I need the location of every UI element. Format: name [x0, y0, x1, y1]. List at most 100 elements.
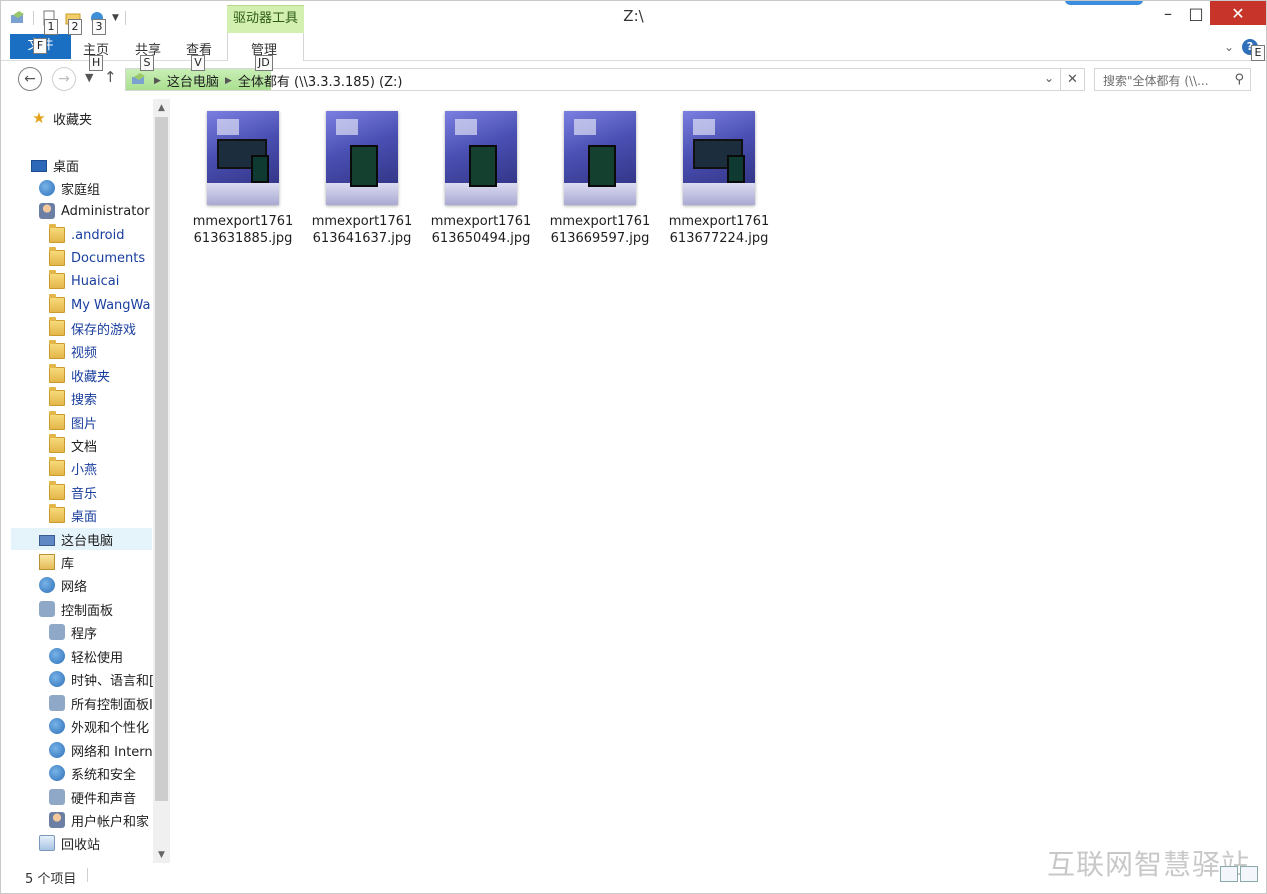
minimize-icon: –	[1164, 3, 1172, 23]
nav-item[interactable]: 所有控制面板I	[1, 692, 153, 714]
ribbon-expand-icon[interactable]: ⌄	[1224, 40, 1234, 54]
address-dropdown-icon[interactable]: ⌄	[1044, 71, 1054, 85]
up-arrow-icon[interactable]: ↑	[104, 68, 117, 86]
folder-icon	[49, 247, 65, 266]
search-input[interactable]: 搜索"全体都有 (\\... ⚲	[1094, 68, 1251, 91]
clear-icon: ✕	[1067, 72, 1078, 87]
nav-item[interactable]: 系统和安全	[1, 762, 136, 784]
file-item[interactable]: mmexport1761 613641637.jpg	[307, 111, 417, 247]
nav-item[interactable]: 硬件和声音	[1, 786, 136, 808]
keytip-home: H	[89, 55, 104, 71]
nav-item-label: 这台电脑	[61, 533, 114, 549]
nav-item[interactable]: My WangWa	[1, 294, 151, 316]
nav-item-label: 用户帐户和家	[71, 814, 150, 830]
nav-item[interactable]: 文档	[1, 434, 97, 456]
item-count: 5 个项目	[25, 872, 77, 887]
breadcrumb-drive[interactable]: 全体都有 (\\3.3.3.185) (Z:)	[238, 71, 403, 90]
nav-item[interactable]: 图片	[1, 411, 97, 433]
file-name: mmexport1761 613669597.jpg	[545, 213, 655, 247]
search-placeholder: 搜索"全体都有 (\\...	[1103, 74, 1209, 88]
minimize-button[interactable]: –	[1154, 1, 1182, 25]
folder-icon	[49, 270, 65, 289]
nav-item-label: 文档	[71, 439, 98, 455]
nav-item[interactable]: Administrator	[1, 200, 150, 222]
address-bar[interactable]: ▶ 这台电脑 ▶ 全体都有 (\\3.3.3.185) (Z:) ⌄ ✕	[125, 68, 1085, 91]
scrollbar-thumb[interactable]	[155, 117, 168, 801]
folder-icon	[49, 504, 65, 523]
drive-icon	[130, 72, 148, 90]
nav-item[interactable]: 时钟、语言和[	[1, 668, 154, 690]
ribbon-tabs: 文件 F 主页 H 共享 S 查看 V 管理 JD ⌄ ? E	[1, 33, 1266, 71]
folder-icon	[49, 387, 65, 406]
nav-item[interactable]: 库	[1, 551, 74, 573]
close-icon: ✕	[1231, 3, 1245, 23]
file-name-line1: mmexport1761	[430, 214, 532, 229]
nav-item[interactable]: 程序	[1, 621, 97, 643]
file-name-line2: 613641637.jpg	[312, 231, 412, 246]
nav-item[interactable]: .android	[1, 224, 124, 246]
nav-item[interactable]: 桌面	[1, 504, 97, 526]
scroll-down-icon[interactable]: ▼	[153, 846, 170, 863]
nav-item[interactable]: 轻松使用	[1, 645, 123, 667]
nav-item[interactable]: 视频	[1, 340, 97, 362]
clock-language-icon	[49, 671, 65, 687]
nav-item[interactable]: 音乐	[1, 481, 97, 503]
file-name-line1: mmexport1761	[192, 214, 294, 229]
image-thumbnail	[683, 111, 755, 205]
nav-item[interactable]: 网络和 Interne	[1, 739, 161, 761]
nav-item[interactable]: 家庭组	[1, 177, 100, 199]
nav-item[interactable]: 小燕	[1, 457, 97, 479]
nav-item[interactable]: 收藏夹	[1, 364, 110, 386]
address-clear-button[interactable]: ✕	[1060, 69, 1084, 90]
nav-item[interactable]: 控制面板	[1, 598, 113, 620]
window-controls: – □ ✕	[1154, 1, 1266, 27]
image-thumbnail	[445, 111, 517, 205]
search-icon[interactable]: ⚲	[1234, 72, 1244, 87]
nav-item-label: 库	[61, 556, 75, 572]
system-security-icon	[49, 765, 65, 781]
nav-item[interactable]: Documents	[1, 247, 145, 269]
file-name-line2: 613650494.jpg	[431, 231, 531, 246]
large-icons-view-button[interactable]	[1240, 866, 1258, 882]
nav-item-label: 轻松使用	[71, 650, 124, 666]
hardware-sound-icon	[49, 789, 65, 805]
forward-button[interactable]: →	[52, 67, 76, 91]
file-item[interactable]: mmexport1761 613669597.jpg	[545, 111, 655, 247]
nav-item[interactable]: 桌面	[1, 154, 79, 176]
file-item[interactable]: mmexport1761 613677224.jpg	[664, 111, 774, 247]
nav-item[interactable]: 外观和个性化	[1, 715, 149, 737]
close-button[interactable]: ✕	[1210, 1, 1266, 25]
nav-item-label: 保存的游戏	[71, 322, 137, 338]
breadcrumb-separator-icon[interactable]: ▶	[225, 76, 232, 86]
recent-locations-icon[interactable]: ▼	[85, 71, 93, 84]
nav-item[interactable]: 网络	[1, 574, 87, 596]
file-list: mmexport1761 613631885.jpg mmexport1761 613…	[173, 99, 1263, 863]
nav-item[interactable]: 用户帐户和家	[1, 809, 149, 831]
nav-item[interactable]: ★ 收藏夹	[1, 107, 92, 129]
back-button[interactable]: ←	[18, 67, 42, 91]
navigation-scrollbar[interactable]: ▲ ▼	[153, 99, 170, 863]
nav-item-label: 网络	[61, 579, 88, 595]
nav-item[interactable]: 回收站	[1, 832, 100, 854]
explorer-window: 1 2 3 ▼ 驱动器工具 Z:\ – □ ✕ 文件 F 主页 H 共享	[0, 0, 1267, 894]
nav-item-label: 桌面	[53, 159, 80, 175]
breadcrumb-this-pc[interactable]: 这台电脑	[167, 71, 219, 90]
keytip-manage: JD	[255, 55, 273, 71]
file-item[interactable]: mmexport1761 613650494.jpg	[426, 111, 536, 247]
breadcrumb-separator-icon[interactable]: ▶	[154, 76, 161, 86]
nav-item[interactable]: 这台电脑	[11, 528, 152, 550]
nav-item[interactable]: 搜索	[1, 387, 97, 409]
scroll-up-icon[interactable]: ▲	[153, 99, 170, 116]
keytip-view: V	[191, 55, 205, 71]
file-name-line2: 613677224.jpg	[669, 231, 769, 246]
nav-item-label: 视频	[71, 345, 98, 361]
file-item[interactable]: mmexport1761 613631885.jpg	[188, 111, 298, 247]
nav-item[interactable]: 保存的游戏	[1, 317, 136, 339]
details-view-button[interactable]	[1220, 866, 1238, 882]
window-title: Z:\	[623, 7, 644, 25]
file-name: mmexport1761 613631885.jpg	[188, 213, 298, 247]
maximize-button[interactable]: □	[1182, 1, 1210, 25]
keytip-file: F	[33, 38, 47, 54]
nav-item[interactable]: Huaicai	[1, 270, 119, 292]
folder-icon	[49, 457, 65, 476]
